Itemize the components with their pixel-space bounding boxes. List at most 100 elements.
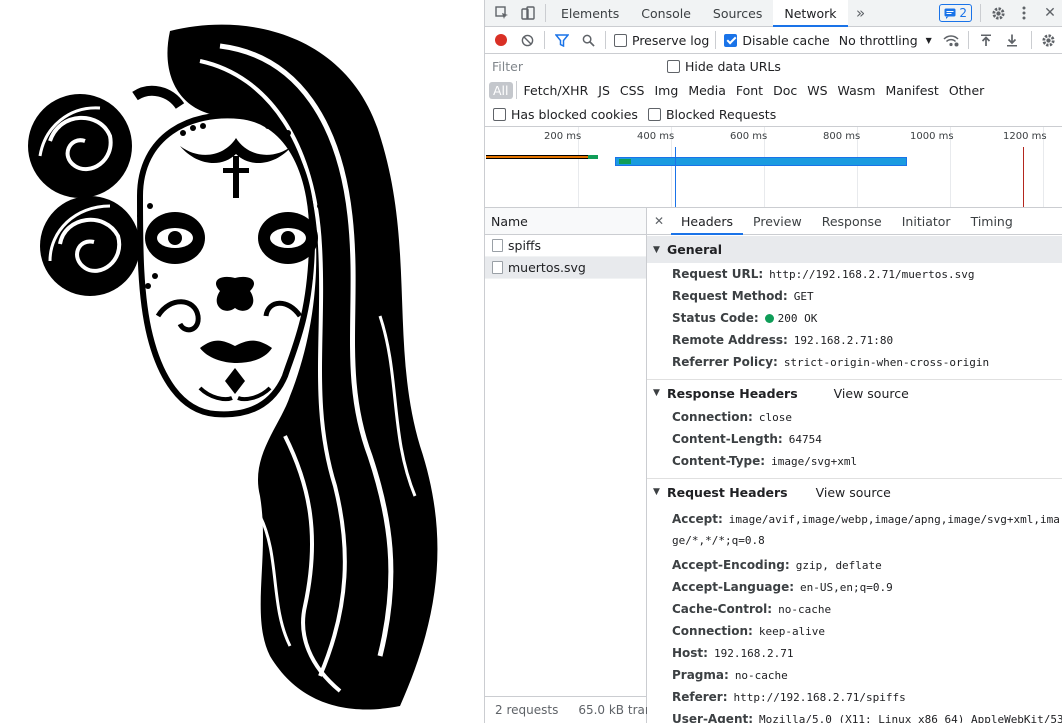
request-bar-spiffs: [486, 155, 598, 159]
blocked-requests-checkbox[interactable]: Blocked Requests: [647, 107, 776, 122]
type-filter-js[interactable]: JS: [594, 82, 614, 99]
response-headers-section-header[interactable]: ▼ Response Headers View source: [647, 379, 1062, 406]
type-filter-doc[interactable]: Doc: [769, 82, 801, 99]
caret-down-icon: ▼: [653, 388, 660, 398]
type-filter-manifest[interactable]: Manifest: [881, 82, 942, 99]
tab-initiator[interactable]: Initiator: [892, 208, 961, 235]
double-chevron-right-icon[interactable]: »: [848, 0, 874, 26]
blocked-requests-box[interactable]: [647, 107, 661, 121]
close-icon[interactable]: ✕: [1037, 0, 1062, 26]
timeline-tick-label: 1200 ms: [1003, 131, 1047, 142]
dom-content-loaded-marker: [675, 147, 676, 207]
divider: [545, 4, 546, 22]
kebab-menu-icon[interactable]: [1011, 0, 1037, 26]
request-method-row: Request Method: GET: [647, 285, 1062, 307]
header-key: Referer:: [672, 690, 728, 704]
resource-type-filters: All Fetch/XHR JS CSS Img Media Font Doc …: [485, 78, 1062, 102]
request-bar-muertos: [615, 157, 907, 166]
tab-preview[interactable]: Preview: [743, 208, 812, 235]
tab-response[interactable]: Response: [812, 208, 892, 235]
load-event-marker: [1023, 147, 1024, 207]
tab-network[interactable]: Network: [773, 0, 848, 27]
sugar-skull-illustration: [28, 24, 438, 710]
type-filter-img[interactable]: Img: [651, 82, 683, 99]
close-detail-icon[interactable]: ✕: [647, 208, 671, 234]
filter-row: Hide data URLs: [485, 54, 1062, 78]
device-toolbar-icon[interactable]: [515, 0, 541, 26]
message-icon: [944, 8, 956, 19]
network-settings-gear-icon[interactable]: [1036, 27, 1062, 53]
view-source-link[interactable]: View source: [816, 485, 891, 500]
tab-timing[interactable]: Timing: [961, 208, 1023, 235]
transferred-size: 65.0 kB trans: [578, 703, 647, 717]
tab-elements[interactable]: Elements: [550, 0, 630, 27]
hide-data-urls-box[interactable]: [667, 59, 680, 73]
dropdown-triangle-icon: ▼: [925, 35, 932, 45]
request-header-row: Connection: keep-alive: [647, 620, 1062, 642]
request-bar-muertos-waiting: [619, 159, 631, 164]
filter-icon[interactable]: [549, 27, 575, 53]
header-key: Content-Type:: [672, 454, 766, 468]
has-blocked-cookies-checkbox[interactable]: Has blocked cookies: [493, 107, 638, 122]
network-toolbar: Preserve log Disable cache No throttling…: [485, 27, 1062, 54]
disable-cache-checkbox[interactable]: Disable cache: [724, 32, 830, 48]
throttling-select[interactable]: No throttling ▼: [839, 33, 932, 48]
request-header-row: Pragma: no-cache: [647, 664, 1062, 686]
type-filter-media[interactable]: Media: [684, 82, 730, 99]
header-key: Referrer Policy:: [672, 355, 778, 369]
type-filter-wasm[interactable]: Wasm: [834, 82, 880, 99]
header-value: keep-alive: [758, 624, 826, 638]
header-value: image/svg+xml: [771, 454, 858, 468]
network-overview-timeline[interactable]: 200 ms 400 ms 600 ms 800 ms 1000 ms 1200…: [485, 126, 1062, 208]
hide-data-urls-label: Hide data URLs: [685, 58, 781, 74]
name-column-header[interactable]: Name: [485, 208, 646, 235]
header-value: en-US,en;q=0.9: [800, 580, 893, 594]
has-blocked-cookies-box[interactable]: [493, 107, 506, 121]
header-key: Cache-Control:: [672, 602, 773, 616]
request-row-spiffs[interactable]: spiffs: [485, 235, 646, 257]
type-filter-other[interactable]: Other: [945, 82, 989, 99]
request-headers-section-header[interactable]: ▼ Request Headers View source: [647, 478, 1062, 505]
view-source-link[interactable]: View source: [834, 386, 909, 401]
type-filter-font[interactable]: Font: [732, 82, 767, 99]
request-header-row: Referer: http://192.168.2.71/spiffs: [647, 686, 1062, 708]
gear-icon[interactable]: [985, 0, 1011, 26]
clear-icon[interactable]: [514, 27, 540, 53]
type-filter-css[interactable]: CSS: [616, 82, 649, 99]
import-har-icon[interactable]: [973, 27, 999, 53]
tab-sources[interactable]: Sources: [702, 0, 773, 27]
issues-badge[interactable]: 2: [939, 4, 972, 22]
disable-cache-label: Disable cache: [742, 32, 830, 48]
header-key: Request Method:: [672, 289, 788, 303]
general-section-header[interactable]: ▼ General: [647, 236, 1062, 263]
preserve-log-box[interactable]: [614, 33, 627, 47]
network-conditions-icon[interactable]: [938, 27, 964, 53]
request-header-row: User-Agent: Mozilla/5.0 (X11; Linux x86_6…: [647, 708, 1062, 723]
tab-console[interactable]: Console: [630, 0, 702, 27]
header-value: no-cache: [778, 602, 832, 616]
header-key: User-Agent:: [672, 712, 754, 723]
request-row-muertos[interactable]: muertos.svg: [485, 257, 646, 279]
header-value: strict-origin-when-cross-origin: [783, 355, 990, 369]
preserve-log-checkbox[interactable]: Preserve log: [614, 33, 709, 48]
section-title: Response Headers: [667, 385, 798, 401]
filter-input[interactable]: [488, 56, 651, 76]
response-header-row: Content-Type: image/svg+xml: [647, 450, 1062, 472]
record-icon[interactable]: [488, 27, 514, 53]
type-filter-all[interactable]: All: [489, 81, 513, 99]
tab-headers[interactable]: Headers: [671, 208, 744, 235]
search-icon[interactable]: [575, 27, 601, 53]
export-har-icon[interactable]: [999, 27, 1025, 53]
divider: [605, 31, 606, 49]
type-filter-fetch-xhr[interactable]: Fetch/XHR: [520, 82, 593, 99]
divider: [715, 31, 717, 49]
header-value: 192.168.2.71: [713, 646, 794, 660]
disable-cache-box[interactable]: [724, 33, 738, 47]
timeline-tick-label: 1000 ms: [910, 131, 954, 142]
hide-data-urls-checkbox[interactable]: Hide data URLs: [667, 59, 781, 74]
devtools-panel: Elements Console Sources Network » 2 ✕ P…: [484, 0, 1062, 723]
inspect-element-icon[interactable]: [489, 0, 515, 26]
divider: [1030, 31, 1032, 49]
type-filter-ws[interactable]: WS: [803, 82, 831, 99]
devtools-tab-bar: Elements Console Sources Network » 2 ✕: [485, 0, 1062, 27]
